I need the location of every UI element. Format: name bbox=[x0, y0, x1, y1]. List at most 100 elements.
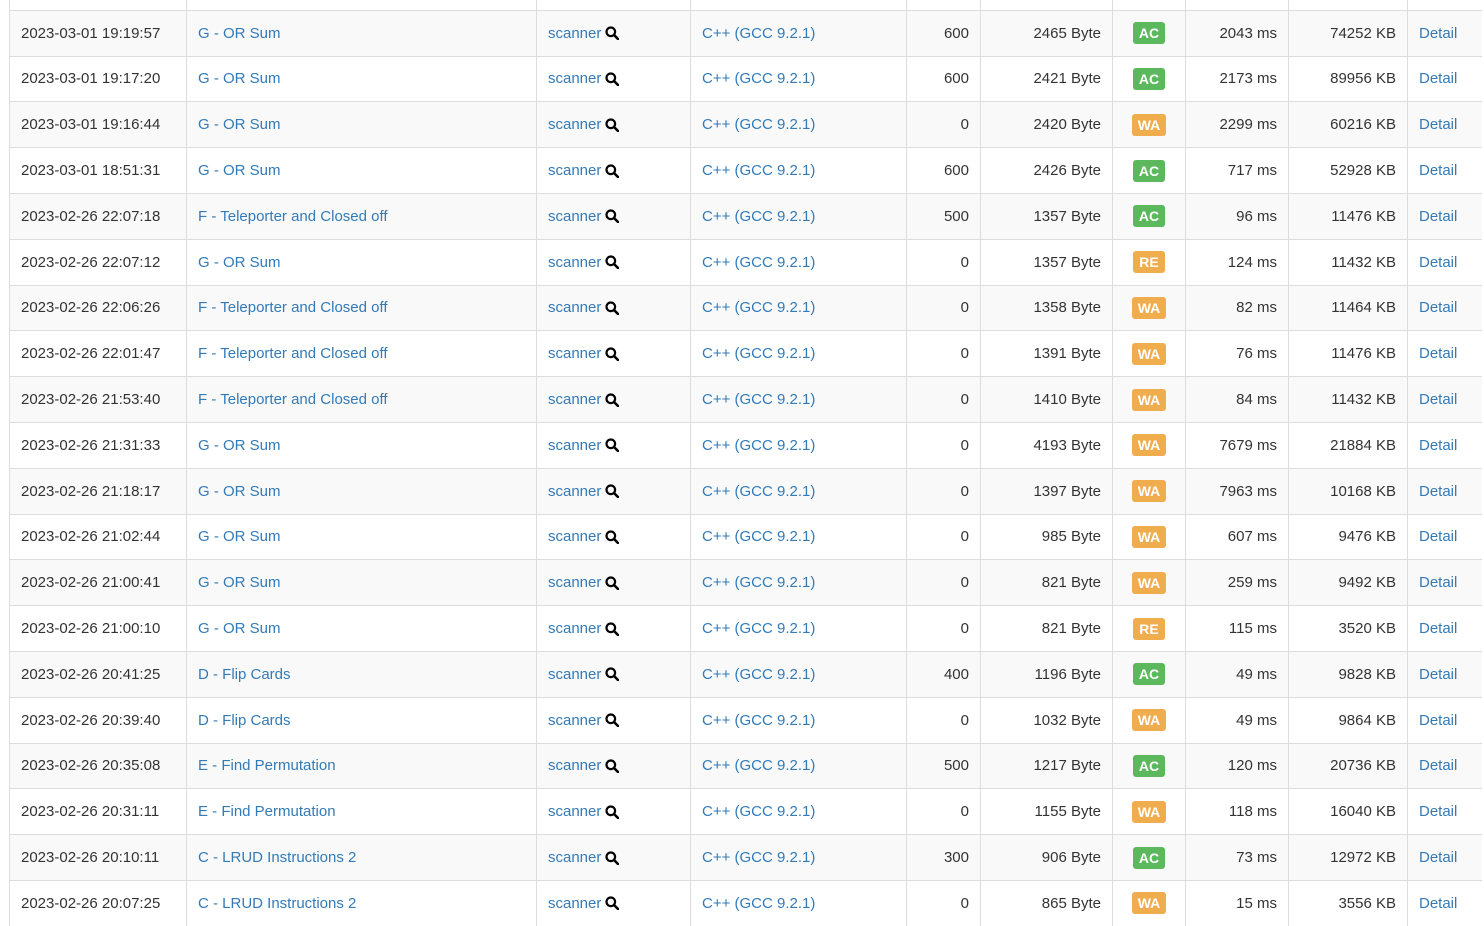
user-link[interactable]: scanner bbox=[548, 895, 601, 912]
language-link[interactable]: C++ (GCC 9.2.1) bbox=[702, 620, 815, 637]
task-link[interactable]: G - OR Sum bbox=[198, 528, 281, 545]
detail-link[interactable]: Detail bbox=[1419, 666, 1457, 683]
task-link[interactable]: G - OR Sum bbox=[198, 116, 281, 133]
detail-link[interactable]: Detail bbox=[1419, 574, 1457, 591]
language-link[interactable]: C++ (GCC 9.2.1) bbox=[702, 803, 815, 820]
task-link[interactable]: E - Find Permutation bbox=[198, 803, 336, 820]
user-link[interactable]: scanner bbox=[548, 208, 601, 225]
user-link[interactable]: scanner bbox=[548, 116, 601, 133]
search-icon[interactable] bbox=[605, 26, 620, 41]
user-link[interactable]: scanner bbox=[548, 666, 601, 683]
search-icon[interactable] bbox=[605, 347, 620, 361]
user-link[interactable]: scanner bbox=[548, 162, 601, 179]
language-link[interactable]: C++ (GCC 9.2.1) bbox=[702, 895, 815, 912]
detail-link[interactable]: Detail bbox=[1419, 116, 1457, 133]
language-link[interactable]: C++ (GCC 9.2.1) bbox=[702, 208, 815, 225]
task-link[interactable]: F - Teleporter and Closed off bbox=[198, 345, 388, 362]
search-icon[interactable] bbox=[605, 209, 620, 224]
user-link[interactable]: scanner bbox=[548, 391, 601, 408]
detail-link[interactable]: Detail bbox=[1419, 208, 1457, 225]
user-link[interactable]: scanner bbox=[548, 437, 601, 454]
task-link[interactable]: C - LRUD Instructions 2 bbox=[198, 895, 356, 912]
search-icon[interactable] bbox=[605, 759, 620, 773]
language-link[interactable]: C++ (GCC 9.2.1) bbox=[702, 391, 815, 408]
detail-link[interactable]: Detail bbox=[1419, 620, 1457, 637]
search-icon[interactable] bbox=[605, 118, 620, 132]
task-link[interactable]: F - Teleporter and Closed off bbox=[198, 208, 388, 225]
detail-link[interactable]: Detail bbox=[1419, 254, 1457, 271]
detail-link[interactable]: Detail bbox=[1419, 25, 1457, 42]
task-link[interactable]: D - Flip Cards bbox=[198, 712, 291, 729]
user-link[interactable]: scanner bbox=[548, 757, 601, 774]
search-icon[interactable] bbox=[605, 576, 620, 590]
language-link[interactable]: C++ (GCC 9.2.1) bbox=[702, 162, 815, 179]
search-icon[interactable] bbox=[605, 72, 620, 86]
task-link[interactable]: E - Find Permutation bbox=[198, 757, 336, 774]
search-icon[interactable] bbox=[605, 621, 620, 636]
task-link[interactable]: F - Teleporter and Closed off bbox=[198, 299, 388, 316]
search-icon[interactable] bbox=[605, 850, 620, 865]
user-link[interactable]: scanner bbox=[548, 70, 601, 87]
language-link[interactable]: C++ (GCC 9.2.1) bbox=[702, 666, 815, 683]
detail-link[interactable]: Detail bbox=[1419, 528, 1457, 545]
search-icon[interactable] bbox=[605, 805, 620, 819]
detail-link[interactable]: Detail bbox=[1419, 437, 1457, 454]
detail-link[interactable]: Detail bbox=[1419, 712, 1457, 729]
user-link[interactable]: scanner bbox=[548, 849, 601, 866]
task-link[interactable]: G - OR Sum bbox=[198, 70, 281, 87]
user-link[interactable]: scanner bbox=[548, 574, 601, 591]
task-link[interactable]: G - OR Sum bbox=[198, 162, 281, 179]
user-link[interactable]: scanner bbox=[548, 528, 601, 545]
language-link[interactable]: C++ (GCC 9.2.1) bbox=[702, 116, 815, 133]
language-link[interactable]: C++ (GCC 9.2.1) bbox=[702, 25, 815, 42]
task-link[interactable]: G - OR Sum bbox=[198, 254, 281, 271]
search-icon[interactable] bbox=[605, 392, 620, 407]
search-icon[interactable] bbox=[605, 438, 620, 453]
task-link[interactable]: G - OR Sum bbox=[198, 620, 281, 637]
language-link[interactable]: C++ (GCC 9.2.1) bbox=[702, 574, 815, 591]
user-link[interactable]: scanner bbox=[548, 803, 601, 820]
search-icon[interactable] bbox=[605, 301, 620, 315]
user-link[interactable]: scanner bbox=[548, 25, 601, 42]
language-link[interactable]: C++ (GCC 9.2.1) bbox=[702, 849, 815, 866]
detail-link[interactable]: Detail bbox=[1419, 483, 1457, 500]
detail-link[interactable]: Detail bbox=[1419, 391, 1457, 408]
search-icon[interactable] bbox=[605, 484, 620, 499]
detail-link[interactable]: Detail bbox=[1419, 757, 1457, 774]
task-link[interactable]: F - Teleporter and Closed off bbox=[198, 391, 388, 408]
detail-link[interactable]: Detail bbox=[1419, 849, 1457, 866]
language-link[interactable]: C++ (GCC 9.2.1) bbox=[702, 757, 815, 774]
detail-link[interactable]: Detail bbox=[1419, 895, 1457, 912]
language-link[interactable]: C++ (GCC 9.2.1) bbox=[702, 483, 815, 500]
task-link[interactable]: G - OR Sum bbox=[198, 437, 281, 454]
user-link[interactable]: scanner bbox=[548, 712, 601, 729]
language-link[interactable]: C++ (GCC 9.2.1) bbox=[702, 299, 815, 316]
user-link[interactable]: scanner bbox=[548, 299, 601, 316]
language-link[interactable]: C++ (GCC 9.2.1) bbox=[702, 70, 815, 87]
task-link[interactable]: G - OR Sum bbox=[198, 483, 281, 500]
search-icon[interactable] bbox=[605, 530, 620, 544]
search-icon[interactable] bbox=[605, 713, 620, 728]
search-icon[interactable] bbox=[605, 896, 620, 911]
detail-link[interactable]: Detail bbox=[1419, 299, 1457, 316]
task-link[interactable]: D - Flip Cards bbox=[198, 666, 291, 683]
search-icon[interactable] bbox=[605, 163, 620, 178]
user-link[interactable]: scanner bbox=[548, 254, 601, 271]
search-icon[interactable] bbox=[605, 667, 620, 682]
language-link[interactable]: C++ (GCC 9.2.1) bbox=[702, 712, 815, 729]
detail-link[interactable]: Detail bbox=[1419, 803, 1457, 820]
language-link[interactable]: C++ (GCC 9.2.1) bbox=[702, 345, 815, 362]
task-link[interactable]: C - LRUD Instructions 2 bbox=[198, 849, 356, 866]
user-link[interactable]: scanner bbox=[548, 620, 601, 637]
search-icon[interactable] bbox=[605, 255, 620, 270]
detail-link[interactable]: Detail bbox=[1419, 345, 1457, 362]
detail-link[interactable]: Detail bbox=[1419, 162, 1457, 179]
language-link[interactable]: C++ (GCC 9.2.1) bbox=[702, 528, 815, 545]
language-link[interactable]: C++ (GCC 9.2.1) bbox=[702, 437, 815, 454]
task-link[interactable]: G - OR Sum bbox=[198, 25, 281, 42]
language-link[interactable]: C++ (GCC 9.2.1) bbox=[702, 254, 815, 271]
user-link[interactable]: scanner bbox=[548, 483, 601, 500]
detail-link[interactable]: Detail bbox=[1419, 70, 1457, 87]
user-link[interactable]: scanner bbox=[548, 345, 601, 362]
task-link[interactable]: G - OR Sum bbox=[198, 574, 281, 591]
